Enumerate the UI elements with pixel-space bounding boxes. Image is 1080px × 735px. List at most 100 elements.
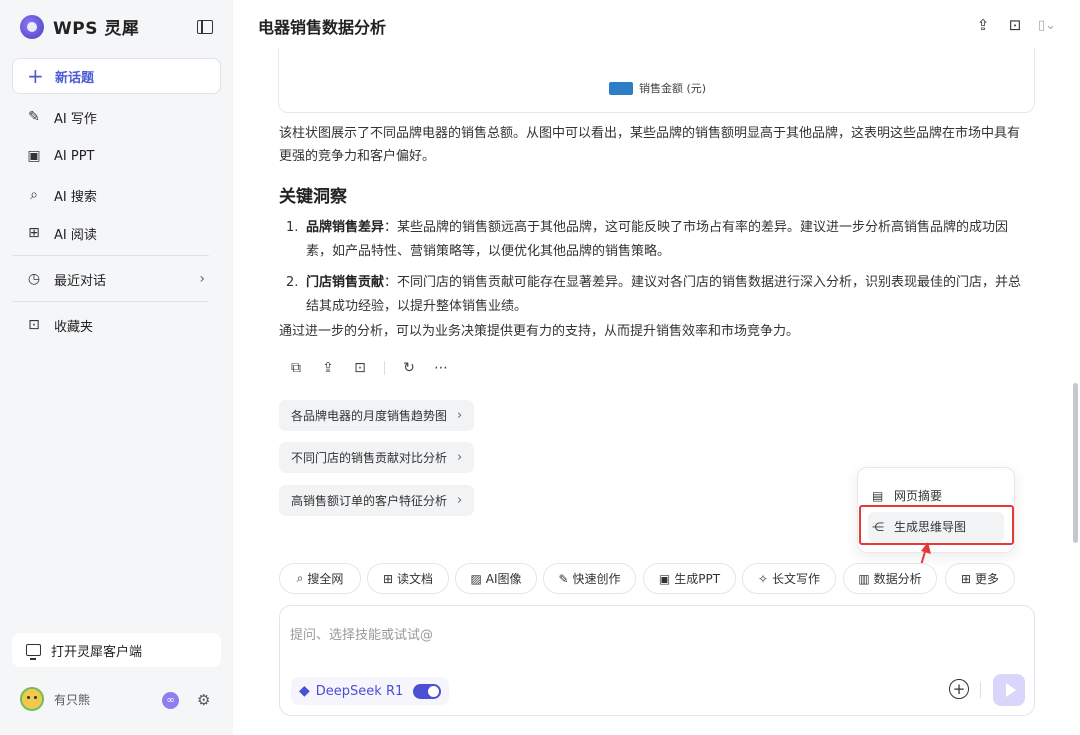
brand[interactable]: WPS 灵犀 [20,14,139,39]
divider [980,682,981,698]
model-toggle[interactable] [413,684,441,699]
tool-quick-create[interactable]: ✎ 快速创作 [543,563,636,594]
book-icon: ⊞ [382,571,394,586]
new-topic-button[interactable]: + 新话题 [12,58,221,94]
new-topic-label: 新话题 [55,70,95,86]
sparkle-icon: ✧ [757,571,769,586]
model-name: DeepSeek R1 [315,683,404,699]
suggestion-label: 高销售额订单的客户特征分析 [291,494,448,508]
sidebar-item-label: AI 阅读 [54,227,97,243]
suggestion-chip[interactable]: 各品牌电器的月度销售趋势图 › [279,400,475,431]
bookmark-icon: ⊡ [28,317,40,333]
insight-heading: 关键洞察 [279,187,347,207]
gear-icon[interactable]: ⚙ [197,691,210,709]
monitor-icon [26,644,41,660]
suggestion-chip[interactable]: 不同门店的销售贡献对比分析 › [279,442,475,473]
list-item: 2. 门店销售贡献：不同门店的销售贡献可能存在显著差异。建议对各门店的销售数据进… [286,271,1031,319]
sidebar-item-favorites[interactable]: ⊡ 收藏夹 [12,308,221,342]
suggestion-label: 不同门店的销售贡献对比分析 [291,451,448,465]
logo-icon [20,14,44,39]
plus-icon: + [27,64,44,88]
tool-ai-image[interactable]: ▨ AI图像 [455,563,537,594]
tool-label: 快速创作 [572,572,621,586]
document-dropdown-icon[interactable]: ▯⌄ [1038,16,1056,34]
list-body: ：某些品牌的销售额远高于其他品牌，这可能反映了市场占有率的差异。建议进一步分析高… [306,220,1009,259]
scrollbar[interactable] [1073,383,1078,543]
sidebar-item-label: AI 写作 [54,111,97,127]
clock-icon: ◷ [27,271,41,287]
list-text: 门店销售贡献：不同门店的销售贡献可能存在显著差异。建议对各门店的销售数据进行深入… [306,271,1031,319]
chevron-right-icon: › [457,450,463,465]
legend-label: 销售金额 (元) [639,82,707,95]
tool-generate-ppt[interactable]: ▣ 生成PPT [643,563,736,594]
sidebar-item-ai-writing[interactable]: ✎ AI 写作 [12,100,221,134]
conclusion-text: 通过进一步的分析，可以为业务决策提供更有力的支持，从而提升销售效率和市场竞争力。 [279,324,800,339]
suggestion-label: 各品牌电器的月度销售趋势图 [291,409,448,423]
send-button[interactable] [993,674,1025,706]
sidebar-item-label: AI 搜索 [54,189,97,205]
chart-legend: 销售金额 (元) [609,80,706,96]
tool-search-web[interactable]: ⌕ 搜全网 [279,563,361,594]
add-icon[interactable]: + [949,679,969,699]
tool-label: 搜全网 [307,572,344,586]
chat-input[interactable]: 提问、选择技能或试试@ ◆ DeepSeek R1 + [279,605,1035,716]
search-icon: ⌕ [30,187,38,203]
input-placeholder: 提问、选择技能或试试@ [290,628,434,643]
chevron-right-icon: › [457,493,463,508]
more-icon[interactable]: ⋯ [433,360,449,376]
share-icon[interactable]: ⇪ [320,360,336,376]
chevron-right-icon: › [457,408,463,423]
user-profile[interactable]: 有只熊 [20,687,90,711]
list-body: ：不同门店的销售贡献可能存在显著差异。建议对各门店的销售数据进行深入分析，识别表… [306,275,1022,314]
tool-long-writing[interactable]: ✧ 长文写作 [742,563,836,594]
pen-icon: ✎ [558,571,569,586]
link-icon[interactable]: ∞ [162,692,179,709]
bookmark-add-icon[interactable]: ⊡ [1006,16,1024,34]
header-actions: ⇪ ⊡ ▯⌄ [974,16,1056,34]
list-title: 门店销售贡献 [306,275,385,290]
bookmark-add-icon[interactable]: ⊡ [352,360,368,376]
brand-name: WPS 灵犀 [53,19,140,39]
sidebar: WPS 灵犀 + 新话题 ✎ AI 写作 ▣ AI PPT ⌕ AI 搜索 ⊞ … [0,0,233,735]
copy-icon[interactable]: ⧉ [288,360,304,376]
model-selector[interactable]: ◆ DeepSeek R1 [291,677,449,705]
list-number: 1. [286,220,299,235]
sidebar-item-ai-ppt[interactable]: ▣ AI PPT [12,139,221,173]
image-icon: ▨ [470,571,482,586]
tool-read-doc[interactable]: ⊞ 读文档 [367,563,449,594]
open-client-button[interactable]: 打开灵犀客户端 [12,633,221,667]
list-title: 品牌销售差异 [306,220,385,235]
sidebar-item-ai-reading[interactable]: ⊞ AI 阅读 [12,216,221,250]
tool-label: 读文档 [397,572,434,586]
user-name: 有只熊 [54,692,91,707]
chart-card: 销售金额 (元) [278,48,1035,113]
chevron-right-icon: › [199,271,205,287]
share-icon[interactable]: ⇪ [974,16,992,34]
book-icon: ⊞ [28,225,40,241]
open-client-label: 打开灵犀客户端 [51,644,143,660]
sidebar-item-ai-search[interactable]: ⌕ AI 搜索 [12,178,221,212]
sidebar-item-label: 收藏夹 [54,319,94,335]
message-actions: ⧉ ⇪ ⊡ ↻ ⋯ [288,360,449,376]
tool-label: 长文写作 [772,572,821,586]
refresh-icon[interactable]: ↻ [401,360,417,376]
menu-item-web-summary[interactable]: ▤ 网页摘要 [872,487,942,504]
sidebar-item-label: AI PPT [54,148,95,164]
ppt-icon: ▣ [27,148,41,164]
list-item: 1. 品牌销售差异：某些品牌的销售额远高于其他品牌，这可能反映了市场占有率的差异… [286,216,1031,264]
sidebar-collapse-icon[interactable] [197,20,213,34]
search-icon: ⌕ [296,571,304,585]
tool-label: 生成PPT [674,572,721,586]
sidebar-item-label: 最近对话 [54,273,107,289]
divider [384,361,385,375]
suggestion-chip[interactable]: 高销售额订单的客户特征分析 › [279,485,475,516]
tool-label: 更多 [975,572,1000,586]
chart-icon: ▥ [858,571,870,586]
pen-icon: ✎ [28,109,40,125]
grid-icon: ⊞ [960,571,972,586]
sidebar-item-recent[interactable]: ◷ 最近对话 › [12,262,221,296]
tool-more[interactable]: ⊞ 更多 [945,563,1015,594]
menu-item-label: 网页摘要 [894,489,943,503]
highlight-box [859,505,1014,545]
tool-data-analysis[interactable]: ▥ 数据分析 [843,563,937,594]
